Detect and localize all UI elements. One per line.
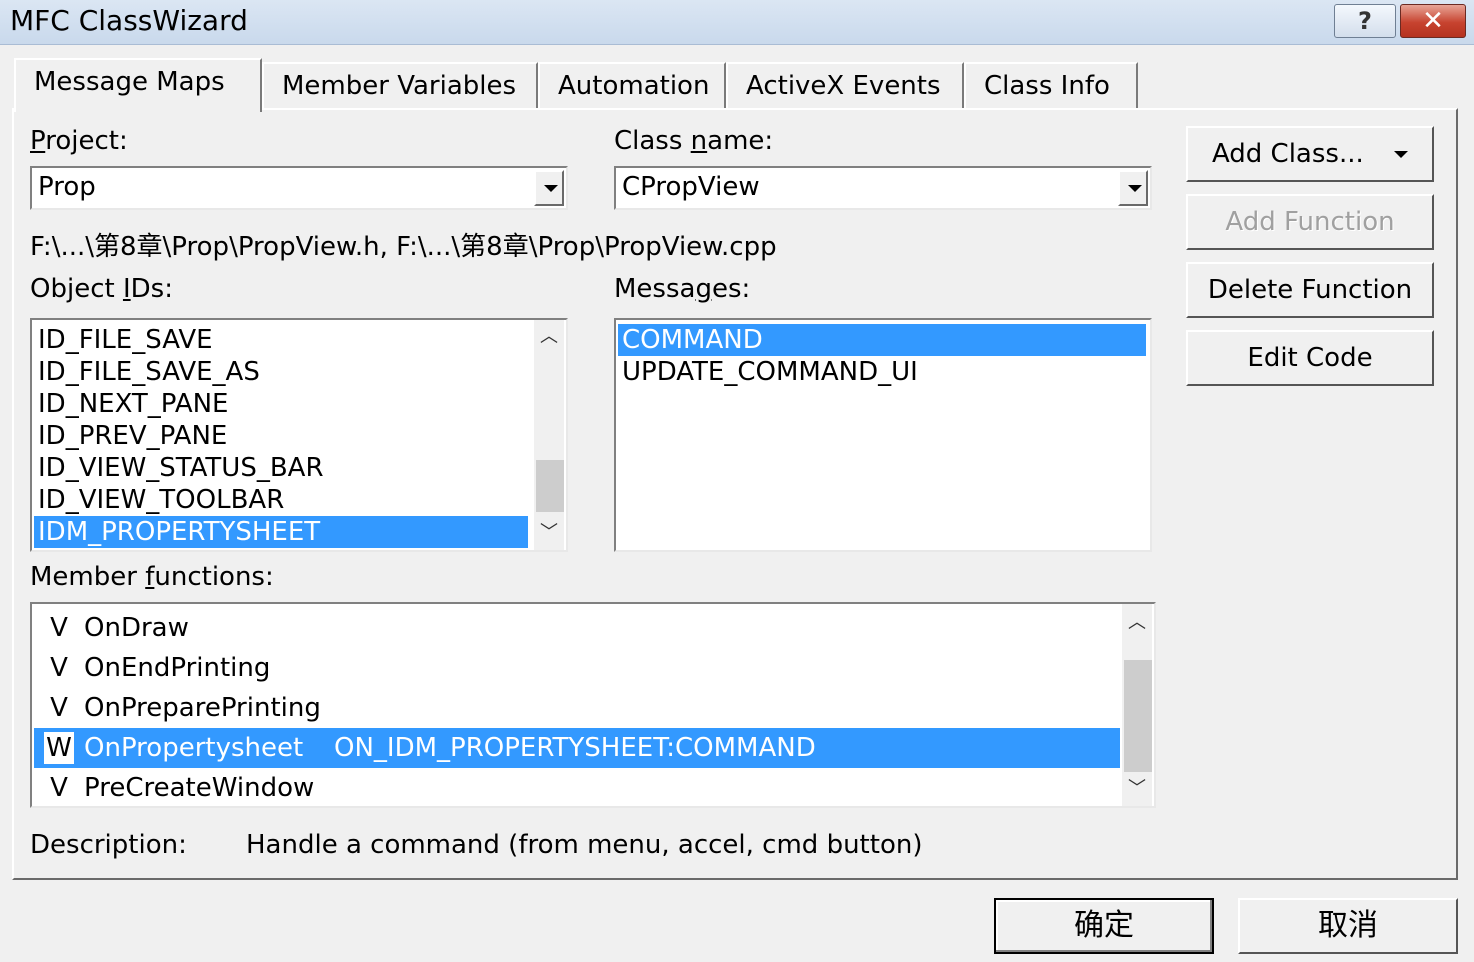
- list-item-selected[interactable]: COMMAND: [618, 324, 1146, 356]
- tab-message-maps[interactable]: Message Maps: [14, 58, 262, 112]
- tab-activex-events[interactable]: ActiveX Events: [726, 62, 964, 108]
- help-icon: ?: [1358, 7, 1372, 35]
- file-path: F:\...\第8章\Prop\PropView.h, F:\...\第8章\P…: [30, 232, 777, 262]
- add-class-label: Add Class...: [1211, 139, 1364, 169]
- delete-function-button[interactable]: Delete Function: [1186, 262, 1434, 318]
- description-label: Description:: [30, 830, 187, 860]
- scroll-up-arrow-icon[interactable]: ︿: [1122, 608, 1152, 638]
- member-functions-label-mnemonic: f: [145, 562, 155, 592]
- class-name-label-mnemonic: n: [690, 126, 708, 156]
- tab-automation[interactable]: Automation: [538, 62, 726, 108]
- object-ids-scrollbar[interactable]: ︿ ﹀: [534, 320, 564, 550]
- table-row[interactable]: V OnDraw: [34, 608, 1120, 648]
- class-name-label: Class name:: [614, 126, 773, 156]
- scroll-down-arrow-icon[interactable]: ﹀: [534, 518, 564, 548]
- chevron-down-icon[interactable]: [534, 170, 564, 206]
- ok-button[interactable]: 确定: [994, 898, 1214, 954]
- function-name: OnDraw: [84, 613, 189, 643]
- cancel-button[interactable]: 取消: [1238, 898, 1458, 954]
- help-button[interactable]: ?: [1334, 4, 1396, 38]
- class-name-label-pre: Class: [614, 126, 691, 156]
- close-button[interactable]: ✕: [1400, 4, 1466, 38]
- class-name-combo[interactable]: CPropView: [614, 166, 1152, 210]
- chevron-down-icon: [1394, 151, 1409, 158]
- add-class-button[interactable]: Add Class...: [1186, 126, 1434, 182]
- close-icon: ✕: [1422, 6, 1444, 36]
- add-function-button[interactable]: Add Function: [1186, 194, 1434, 250]
- object-ids-label-pre: Object: [30, 274, 123, 304]
- project-label-rest: roject:: [45, 126, 128, 156]
- object-ids-label-mnemonic: I: [122, 274, 131, 304]
- tab-class-info[interactable]: Class Info: [964, 62, 1138, 108]
- function-name: PreCreateWindow: [84, 773, 315, 803]
- class-name-label-post: ame:: [707, 126, 774, 156]
- object-ids-label: Object IDs:: [30, 274, 173, 304]
- project-value: Prop: [38, 172, 96, 202]
- member-functions-scrollbar[interactable]: ︿ ﹀: [1122, 604, 1152, 806]
- messages-list[interactable]: COMMAND UPDATE_COMMAND_UI: [614, 318, 1152, 552]
- scroll-thumb[interactable]: [536, 460, 564, 512]
- member-functions-label-pre: Member: [30, 562, 146, 592]
- table-row[interactable]: V PreCreateWindow: [34, 768, 1120, 806]
- table-row[interactable]: V OnPreparePrinting: [34, 688, 1120, 728]
- scroll-down-arrow-icon[interactable]: ﹀: [1122, 774, 1152, 804]
- scroll-up-arrow-icon[interactable]: ︿: [534, 322, 564, 352]
- table-row[interactable]: V OnEndPrinting: [34, 648, 1120, 688]
- messages-label-post: es:: [711, 274, 751, 304]
- list-item[interactable]: UPDATE_COMMAND_UI: [618, 356, 1146, 388]
- messages-label-pre: Messa: [614, 274, 696, 304]
- list-item[interactable]: ID_VIEW_TOOLBAR: [34, 484, 534, 516]
- description-text: Handle a command (from menu, accel, cmd …: [246, 830, 923, 860]
- function-flag: V: [50, 693, 68, 723]
- function-name: OnPreparePrinting: [84, 693, 321, 723]
- project-label-mnemonic: P: [30, 126, 46, 156]
- member-functions-list[interactable]: V OnDraw V OnEndPrinting V OnPreparePrin…: [30, 602, 1156, 808]
- object-ids-label-post: Ds:: [130, 274, 173, 304]
- tab-member-variables[interactable]: Member Variables: [262, 62, 538, 108]
- function-flag: V: [50, 653, 68, 683]
- list-item[interactable]: ID_PREV_PANE: [34, 420, 534, 452]
- window-title: MFC ClassWizard: [10, 4, 248, 37]
- list-item-selected[interactable]: IDM_PROPERTYSHEET: [34, 516, 528, 548]
- object-ids-list[interactable]: ID_FILE_SAVE ID_FILE_SAVE_AS ID_NEXT_PAN…: [30, 318, 568, 552]
- function-name: OnPropertysheet: [84, 733, 304, 763]
- project-combo[interactable]: Prop: [30, 166, 568, 210]
- function-flag: V: [50, 773, 68, 803]
- list-item[interactable]: ID_VIEW_STATUS_BAR: [34, 452, 534, 484]
- function-flag: W: [44, 732, 74, 764]
- function-handler: ON_IDM_PROPERTYSHEET:COMMAND: [334, 733, 816, 763]
- messages-label-mnemonic: g: [695, 274, 712, 304]
- scroll-thumb[interactable]: [1124, 660, 1152, 772]
- function-name: OnEndPrinting: [84, 653, 271, 683]
- function-flag: V: [50, 613, 68, 643]
- member-functions-label-post: unctions:: [154, 562, 274, 592]
- list-item[interactable]: ID_FILE_SAVE_AS: [34, 356, 534, 388]
- member-functions-label: Member functions:: [30, 562, 274, 592]
- project-label: Project:: [30, 126, 128, 156]
- table-row-selected[interactable]: W OnPropertysheet ON_IDM_PROPERTYSHEET:C…: [34, 728, 1120, 768]
- list-item[interactable]: ID_FILE_SAVE: [34, 324, 534, 356]
- messages-label: Messages:: [614, 274, 750, 304]
- class-name-value: CPropView: [622, 172, 760, 202]
- list-item[interactable]: ID_NEXT_PANE: [34, 388, 534, 420]
- edit-code-button[interactable]: Edit Code: [1186, 330, 1434, 386]
- chevron-down-icon[interactable]: [1118, 170, 1148, 206]
